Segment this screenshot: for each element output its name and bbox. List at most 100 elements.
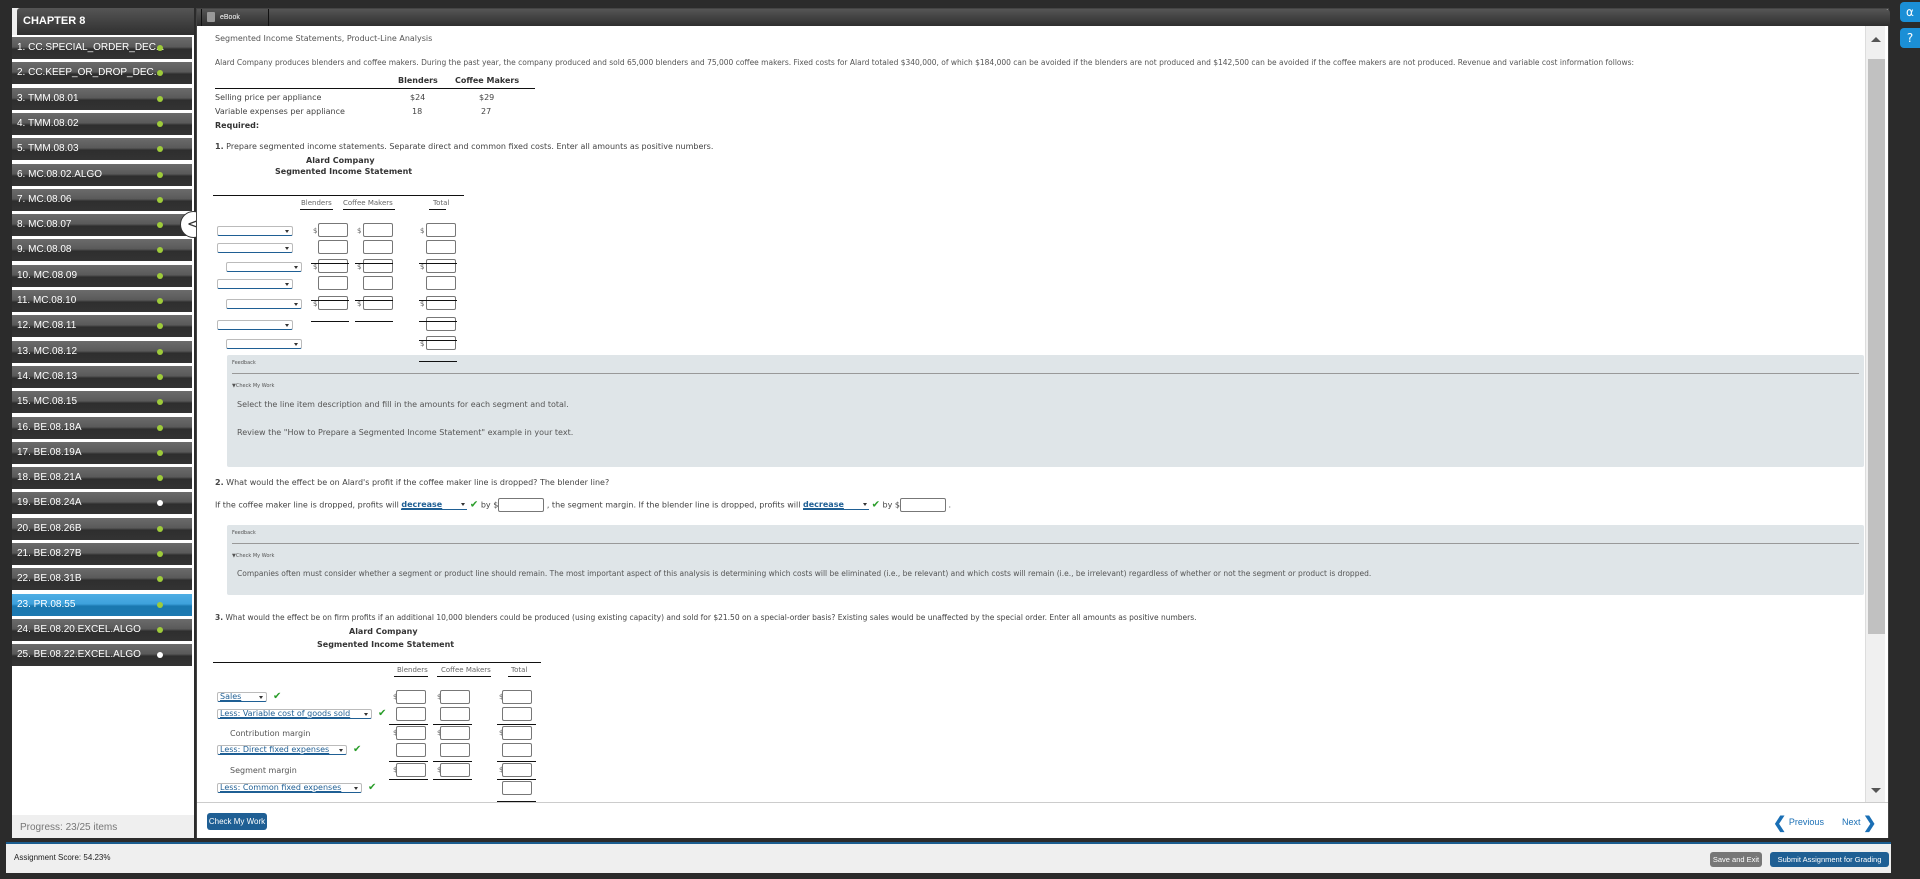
sidebar-item[interactable]: 3. TMM.08.01 <box>12 87 192 110</box>
sidebar-item[interactable]: 15. MC.08.15 <box>12 391 192 414</box>
line-item-select[interactable]: Less: Common fixed expenses <box>217 783 362 793</box>
sidebar-item[interactable]: 21. BE.08.27B <box>12 543 192 565</box>
q2-blender-effect-select[interactable]: decrease <box>803 500 870 510</box>
sidebar-item[interactable]: 6. MC.08.02.ALGO <box>12 163 192 186</box>
q2-sentence-a: If the coffee maker line is dropped, pro… <box>215 500 399 510</box>
q2-blender-amount-input[interactable] <box>899 498 946 512</box>
tab-ebook[interactable]: eBook <box>201 9 269 26</box>
sidebar-item[interactable]: 17. BE.08.19A <box>12 441 192 464</box>
coffee-amount-input[interactable] <box>440 763 470 777</box>
blenders-amount-input[interactable] <box>396 763 426 777</box>
sidebar-item[interactable]: 12. MC.08.11 <box>12 315 192 338</box>
blenders-amount-input[interactable] <box>318 296 348 310</box>
line-item-select[interactable] <box>226 339 302 349</box>
line-item-select[interactable] <box>217 226 293 236</box>
complete-status-icon <box>157 171 163 178</box>
total-amount-input[interactable] <box>426 296 456 310</box>
line-item-label: Contribution margin <box>230 729 311 738</box>
line-item-select[interactable] <box>217 320 293 330</box>
check-my-work-toggle[interactable]: ▼Check My Work <box>232 383 274 389</box>
sidebar-item[interactable]: 9. MC.08.08 <box>12 239 192 262</box>
coffee-amount-input[interactable] <box>363 240 393 254</box>
line-item-select[interactable]: Less: Direct fixed expenses <box>217 745 347 755</box>
scroll-down-arrow-icon[interactable] <box>1871 788 1881 793</box>
vertical-scrollbar[interactable] <box>1865 26 1885 802</box>
sidebar-item-label: 24. BE.08.20.EXCEL.ALGO <box>17 623 141 635</box>
sidebar-item[interactable]: 11. MC.08.10 <box>12 290 192 312</box>
coffee-amount-input[interactable] <box>363 259 393 273</box>
subtotal-rule <box>311 321 349 322</box>
q2-coffee-amount-input[interactable] <box>498 498 545 512</box>
total-amount-input[interactable] <box>502 707 532 721</box>
line-item-select[interactable] <box>217 243 293 253</box>
blenders-amount-input[interactable] <box>318 259 348 273</box>
blenders-amount-input[interactable] <box>318 223 348 237</box>
headset-icon[interactable]: ⍺ <box>1900 2 1920 22</box>
total-amount-input[interactable] <box>426 259 456 273</box>
sidebar-item[interactable]: 2. CC.KEEP_OR_DROP_DEC... <box>12 62 192 85</box>
sidebar-item[interactable]: 10. MC.08.09 <box>12 264 192 287</box>
sidebar-item[interactable]: 18. BE.08.21A <box>12 467 192 490</box>
blenders-amount-input[interactable] <box>396 743 426 757</box>
q3-text: What would the effect be on firm profits… <box>225 613 1197 622</box>
line-item-select[interactable] <box>226 299 302 309</box>
total-amount-input[interactable] <box>426 240 456 254</box>
save-and-exit-button[interactable]: Save and Exit <box>1710 852 1762 867</box>
check-my-work-button[interactable]: Check My Work <box>207 813 267 830</box>
q2-answer-line: If the coffee maker line is dropped, pro… <box>215 498 951 512</box>
blenders-amount-input[interactable] <box>396 690 426 704</box>
blenders-amount-input[interactable] <box>318 240 348 254</box>
coffee-amount-input[interactable] <box>440 743 470 757</box>
coffee-amount-input[interactable] <box>363 276 393 290</box>
total-amount-input[interactable] <box>502 690 532 704</box>
total-amount-input[interactable] <box>426 336 456 350</box>
previous-link[interactable]: ❮ Previous <box>1773 813 1824 833</box>
check-my-work-toggle[interactable]: ▼Check My Work <box>232 553 274 559</box>
dollar-sign: $ <box>357 300 362 308</box>
sidebar-item[interactable]: 25. BE.08.22.EXCEL.ALGO <box>12 644 192 667</box>
sidebar-item[interactable]: 4. TMM.08.02 <box>12 112 192 135</box>
total-amount-input[interactable] <box>502 743 532 757</box>
coffee-amount-input[interactable] <box>440 707 470 721</box>
coffee-amount-input[interactable] <box>363 296 393 310</box>
sidebar-item[interactable]: 16. BE.08.18A <box>12 416 192 439</box>
sidebar-item[interactable]: 13. MC.08.12 <box>12 340 192 363</box>
complete-status-icon <box>157 247 163 254</box>
scroll-up-arrow-icon[interactable] <box>1871 37 1881 42</box>
info-cell: $24 <box>410 93 426 102</box>
sidebar-item[interactable]: 20. BE.08.26B <box>12 517 192 540</box>
feedback-divider <box>232 543 1859 544</box>
sidebar-item[interactable]: 5. TMM.08.03 <box>12 138 192 161</box>
help-icon[interactable]: ? <box>1900 28 1920 48</box>
sidebar-item[interactable]: 14. MC.08.13 <box>12 365 192 388</box>
line-item-select[interactable] <box>217 279 293 289</box>
total-amount-input[interactable] <box>426 276 456 290</box>
coffee-amount-input[interactable] <box>440 690 470 704</box>
col-header: Blenders <box>397 666 428 674</box>
total-amount-input[interactable] <box>426 317 456 331</box>
blenders-amount-input[interactable] <box>396 707 426 721</box>
blenders-amount-input[interactable] <box>318 276 348 290</box>
sidebar-item[interactable]: 7. MC.08.06 <box>12 188 192 211</box>
sidebar-item[interactable]: 23. PR.08.55 <box>12 593 192 616</box>
sidebar-item[interactable]: 8. MC.08.07 <box>12 214 192 237</box>
line-item-select[interactable]: Less: Variable cost of goods sold <box>217 709 372 719</box>
coffee-amount-input[interactable] <box>363 223 393 237</box>
sidebar-item[interactable]: 22. BE.08.31B <box>12 568 192 591</box>
line-item-select[interactable] <box>226 262 302 272</box>
coffee-amount-input[interactable] <box>440 726 470 740</box>
blenders-amount-input[interactable] <box>396 726 426 740</box>
sidebar-item[interactable]: 1. CC.SPECIAL_ORDER_DEC... <box>12 37 192 59</box>
next-link[interactable]: Next ❯ <box>1842 813 1876 833</box>
total-amount-input[interactable] <box>502 763 532 777</box>
total-amount-input[interactable] <box>502 781 532 795</box>
subtotal-rule <box>389 779 428 780</box>
scrollbar-thumb[interactable] <box>1868 59 1885 634</box>
sidebar-item[interactable]: 24. BE.08.20.EXCEL.ALGO <box>12 618 192 641</box>
total-amount-input[interactable] <box>426 223 456 237</box>
total-amount-input[interactable] <box>502 726 532 740</box>
sidebar-item[interactable]: 19. BE.08.24A <box>12 492 192 515</box>
submit-assignment-button[interactable]: Submit Assignment for Grading <box>1770 852 1889 867</box>
q2-coffee-effect-select[interactable]: decrease <box>401 500 468 510</box>
line-item-select[interactable]: Sales <box>217 692 267 702</box>
